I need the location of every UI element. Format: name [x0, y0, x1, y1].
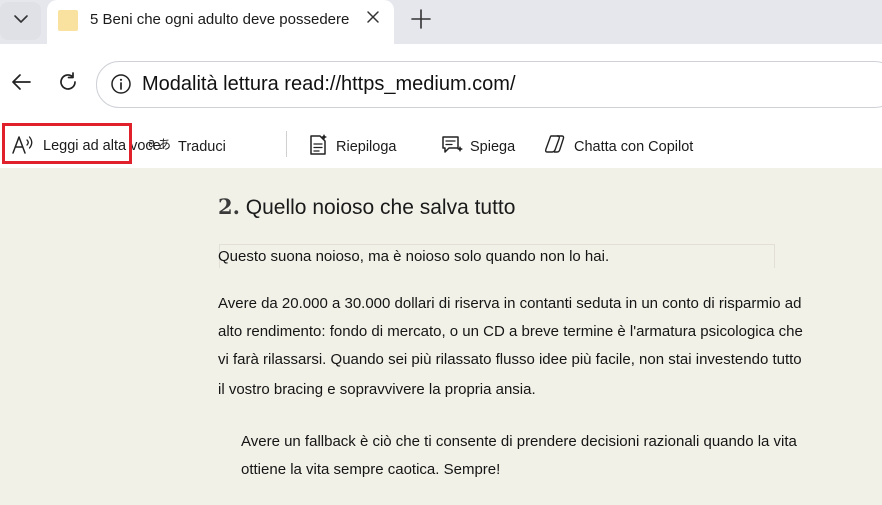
summarize-button[interactable]: Riepiloga — [336, 139, 396, 155]
paragraph-line: il vostro bracing e sopravvivere la prop… — [218, 381, 536, 398]
svg-text:a: a — [148, 136, 155, 150]
copilot-chat-button[interactable]: Chatta con Copilot — [574, 139, 693, 155]
heading-number: 2. — [218, 194, 240, 219]
summarize-icon — [307, 133, 329, 162]
paragraph-line: Avere da 20.000 a 30.000 dollari di rise… — [218, 295, 802, 312]
refresh-icon — [57, 71, 79, 98]
translate-button[interactable]: Traduci — [178, 139, 226, 155]
paragraph-line: alto rendimento: fondo di mercato, o un … — [218, 323, 803, 340]
arrow-left-icon — [9, 70, 33, 99]
tab-actions-menu-button[interactable] — [0, 2, 41, 40]
chevron-down-icon — [12, 10, 30, 33]
svg-text:あ: あ — [158, 138, 171, 153]
explain-button[interactable]: Spiega — [470, 139, 515, 155]
refresh-button[interactable] — [53, 69, 83, 99]
back-button[interactable] — [6, 69, 36, 99]
tab-favicon-icon — [58, 10, 78, 31]
quote-line: Avere un fallback è ciò che ti consente … — [241, 433, 797, 450]
new-tab-button[interactable] — [406, 6, 436, 36]
article-intro: Questo suona noioso, ma è noioso solo qu… — [218, 248, 610, 265]
quote-line: ottiene la vita sempre caotica. Sempre! — [241, 461, 501, 478]
read-aloud-highlight-box — [2, 123, 132, 164]
toolbar-divider — [286, 131, 287, 157]
address-text[interactable]: Modalità lettura read://https_medium.com… — [142, 73, 516, 96]
heading-text: Quello noioso che salva tutto — [245, 196, 516, 219]
article-heading: 2. Quello noioso che salva tutto — [218, 194, 515, 220]
close-icon — [366, 10, 380, 29]
site-info-icon[interactable] — [110, 73, 132, 95]
translate-icon: aあ — [148, 134, 172, 159]
paragraph-line: vi farà rilassarsi. Quando sei più rilas… — [218, 351, 802, 368]
explain-icon — [440, 134, 464, 161]
tab-close-button[interactable] — [362, 8, 384, 30]
plus-icon — [410, 8, 432, 35]
copilot-icon — [543, 133, 567, 160]
tab-title: 5 Beni che ogni adulto deve possedere — [90, 11, 350, 28]
